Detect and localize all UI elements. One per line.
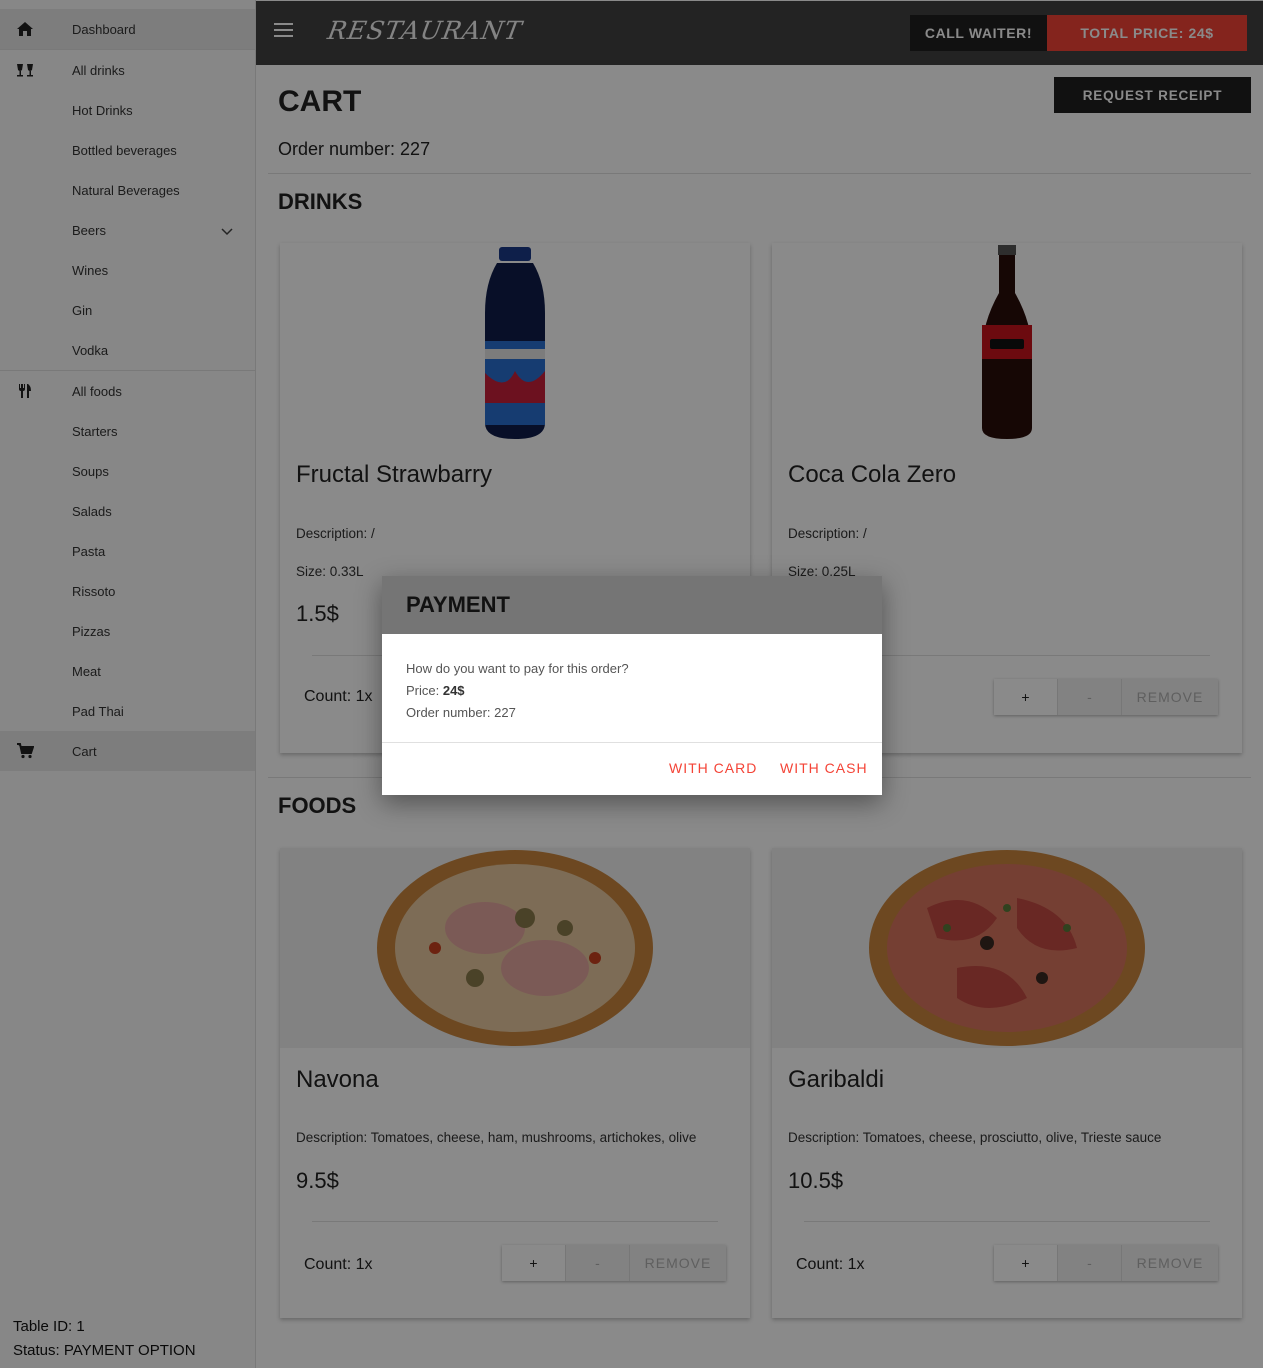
dialog-order-number: Order number: 227 [406, 705, 516, 720]
with-card-button[interactable]: WITH CARD [669, 760, 757, 776]
price-value: 24$ [442, 683, 465, 698]
dialog-price: Price: 24$ [406, 680, 858, 702]
dialog-question: How do you want to pay for this order? [406, 661, 629, 676]
app: Dashboard All drinks Hot Drinks Bottled … [0, 0, 1263, 1368]
dialog-actions: WITH CARD WITH CASH [382, 742, 882, 795]
payment-dialog: PAYMENT How do you want to pay for this … [382, 576, 882, 795]
dialog-title: PAYMENT [382, 576, 882, 634]
price-label: Price: [406, 683, 443, 698]
with-cash-button[interactable]: WITH CASH [780, 760, 868, 776]
dialog-body: How do you want to pay for this order? P… [382, 634, 882, 742]
